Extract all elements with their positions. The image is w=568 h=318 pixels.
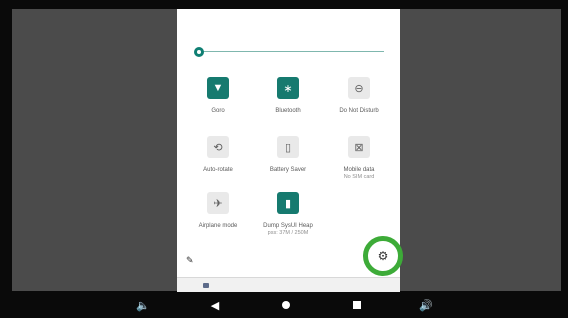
brightness-slider[interactable] — [194, 45, 384, 59]
tile-battery-saver[interactable]: ▯ Battery Saver — [255, 136, 321, 174]
tile-sublabel: pss: 37M / 250M — [267, 230, 309, 236]
volume-down-button[interactable]: 🔈 — [133, 297, 153, 313]
background-left — [12, 9, 177, 291]
quick-settings-panel: ▼ ⋮ Goro ∗ Bluetooth ⊖ Do Not Disturb ⟲ … — [177, 9, 400, 282]
tile-label: Dump SysUI Heap — [263, 223, 313, 229]
brightness-track — [202, 51, 384, 52]
recents-icon — [353, 301, 361, 309]
notification-icon — [203, 283, 209, 288]
settings-button[interactable]: ⚙ — [363, 236, 403, 276]
tile-label: Battery Saver — [269, 167, 307, 173]
tile-wifi[interactable]: ▼ ⋮ Goro — [185, 77, 251, 115]
navigation-bar: 🔈 ◀ 🔊 — [0, 292, 568, 318]
tile-sublabel: No SIM card — [343, 174, 375, 180]
tile-label: Mobile data — [343, 167, 375, 173]
tile-label: Bluetooth — [275, 108, 301, 114]
screen: ▼ ⋮ Goro ∗ Bluetooth ⊖ Do Not Disturb ⟲ … — [0, 0, 568, 318]
tile-mobile-data[interactable]: ⊠ Mobile data No SIM card — [326, 136, 392, 181]
tile-label: Goro — [211, 108, 225, 114]
battery-icon: ▯ — [277, 136, 299, 158]
tile-label: Auto-rotate — [203, 167, 233, 173]
bluetooth-icon: ∗ — [277, 77, 299, 99]
volume-up-button[interactable]: 🔊 — [416, 297, 436, 313]
auto-rotate-icon: ⟲ — [207, 136, 229, 158]
edit-pencil-icon[interactable]: ✎ — [186, 255, 196, 265]
memory-icon: ▮ — [277, 192, 299, 214]
wifi-more-icon[interactable]: ⋮ — [210, 82, 217, 90]
tile-dump-sysui-heap[interactable]: ▮ Dump SysUI Heap pss: 37M / 250M — [255, 192, 321, 237]
no-sim-icon: ⊠ — [348, 136, 370, 158]
tile-bluetooth[interactable]: ∗ Bluetooth — [255, 77, 321, 115]
home-button[interactable] — [276, 297, 296, 313]
tile-do-not-disturb[interactable]: ⊖ Do Not Disturb — [326, 77, 392, 115]
tile-auto-rotate[interactable]: ⟲ Auto-rotate — [185, 136, 251, 174]
notification-strip[interactable] — [177, 277, 400, 293]
brightness-thumb[interactable] — [194, 47, 204, 57]
airplane-icon: ✈ — [207, 192, 229, 214]
home-icon — [282, 301, 290, 309]
dnd-icon: ⊖ — [348, 77, 370, 99]
recents-button[interactable] — [347, 297, 367, 313]
gear-icon: ⚙ — [377, 249, 389, 263]
tile-label: Do Not Disturb — [339, 108, 379, 114]
background-right — [400, 9, 561, 291]
tile-airplane-mode[interactable]: ✈ Airplane mode — [185, 192, 251, 230]
tile-label: Airplane mode — [198, 223, 238, 229]
back-button[interactable]: ◀ — [205, 297, 225, 313]
